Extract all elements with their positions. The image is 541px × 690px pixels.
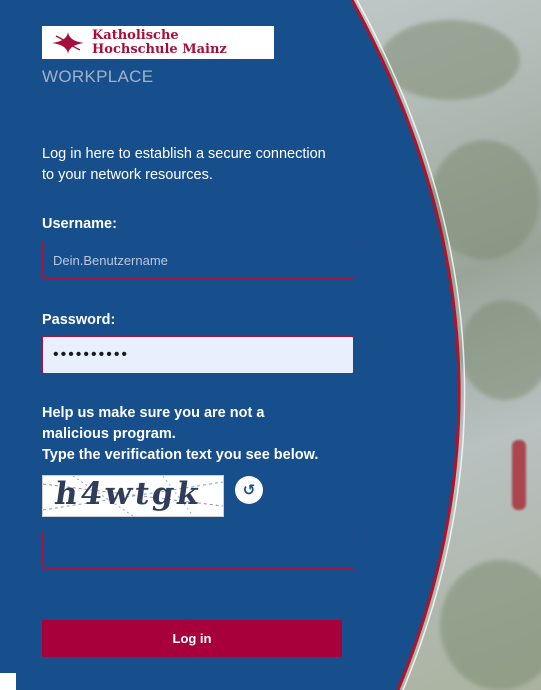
- cross-logo-icon: [52, 31, 84, 54]
- refresh-icon: ↺: [242, 481, 256, 499]
- refresh-captcha-button[interactable]: ↺: [235, 476, 263, 504]
- login-button[interactable]: Log in: [42, 620, 342, 657]
- help-line-1: Help us make sure you are not a: [42, 405, 265, 421]
- password-label: Password:: [42, 312, 116, 328]
- username-label: Username:: [42, 216, 117, 232]
- username-input[interactable]: [42, 241, 354, 279]
- verification-help: Help us make sure you are not a maliciou…: [42, 403, 352, 466]
- captcha-image: h4wtgk: [42, 475, 224, 517]
- login-panel: Katholische Hochschule Mainz WORKPLACE L…: [0, 0, 380, 690]
- logo-line-2: Hochschule Mainz: [92, 41, 227, 57]
- password-input[interactable]: [42, 336, 354, 374]
- logo-line-1: Katholische: [92, 27, 179, 43]
- logo-text: Katholische Hochschule Mainz: [92, 27, 227, 57]
- product-title: WORKPLACE: [42, 67, 154, 86]
- intro-text: Log in here to establish a secure connec…: [42, 146, 326, 183]
- help-line-3: Type the verification text you see below…: [42, 447, 319, 463]
- logo: Katholische Hochschule Mainz: [42, 26, 274, 59]
- captcha-input[interactable]: [42, 531, 354, 569]
- help-line-2: malicious program.: [42, 426, 176, 442]
- captcha-text: h4wtgk: [52, 476, 204, 512]
